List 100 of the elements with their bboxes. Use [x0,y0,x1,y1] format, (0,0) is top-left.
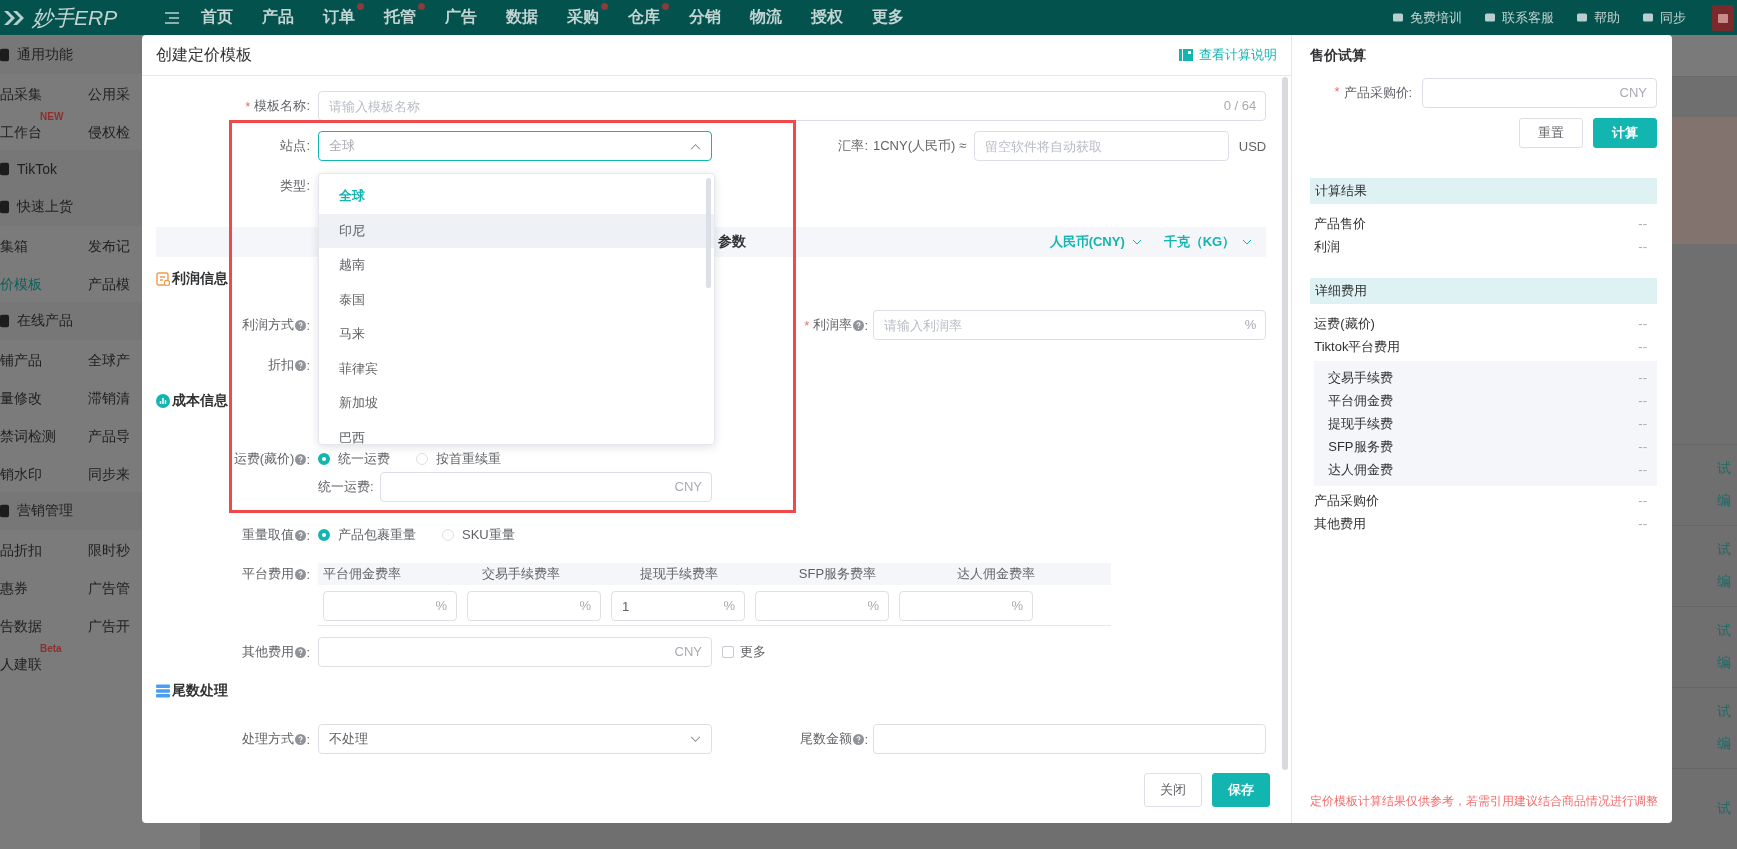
sidebar-item[interactable]: 品采集 [0,82,42,104]
link-icon [1576,11,1588,24]
nav-item[interactable]: 订单 [323,3,364,32]
scrollbar[interactable] [706,178,711,288]
radio-option[interactable]: SKU重量 [442,526,515,544]
radio-button[interactable] [318,529,330,541]
menu-icon[interactable] [165,11,179,24]
sidebar-item[interactable]: 告数据 [0,614,42,636]
bag-icon[interactable] [1712,4,1734,31]
dropdown-option[interactable]: 菲律宾 [319,351,714,386]
exchange-rate-field[interactable]: 留空软件将自动获取 [974,131,1229,161]
sidebar-item[interactable]: 量修改 [0,386,42,408]
other-fees-field[interactable] [318,637,712,667]
label-colon: : [864,317,868,333]
nav-item[interactable]: 产品 [262,3,303,32]
sidebar-section-title[interactable]: 在线产品 [17,312,73,330]
dropdown-option[interactable]: 泰国 [319,282,714,317]
column-header: 平台佣金费率 [322,565,402,583]
radio-button[interactable] [318,453,330,465]
nav-item[interactable]: 数据 [506,3,547,32]
dropdown-option[interactable]: 全球 [319,179,714,214]
sidebar-item[interactable]: 公用采 [88,82,130,104]
nav-link[interactable]: 免费培训 [1392,8,1462,27]
more-checkbox[interactable]: 更多 [722,643,766,661]
nav-item[interactable]: 采购 [567,3,608,32]
sidebar-item[interactable]: 工作台 [0,120,42,142]
scrollbar[interactable] [1282,77,1289,770]
nav-item[interactable]: 首页 [201,3,242,32]
unit-suffix: % [723,598,735,614]
help-icon[interactable] [853,319,865,331]
calculate-button[interactable]: 计算 [1593,118,1657,148]
nav-item[interactable]: 更多 [872,3,913,32]
option-label: 统一运费 [338,450,390,468]
nav-item[interactable]: 授权 [811,3,852,32]
fee-rate-field[interactable] [467,591,601,621]
fee-rate-field[interactable] [755,591,889,621]
help-icon[interactable] [295,319,307,331]
rounding-method-select[interactable]: 不处理 [318,724,712,754]
unified-shipping-field[interactable] [380,472,712,502]
sidebar-item[interactable]: 销水印 [0,462,42,484]
sidebar-item[interactable]: 铺产品 [0,348,42,370]
sidebar-item[interactable]: 发布记 [88,234,130,256]
help-icon[interactable] [295,453,307,465]
radio-option[interactable]: 统一运费 [318,450,390,468]
purchase-price-field[interactable] [1422,78,1657,108]
sidebar-item[interactable]: 惠券 [0,576,28,598]
radio-option[interactable]: 产品包裹重量 [318,526,416,544]
sidebar-item[interactable]: 滞销清 [88,386,130,408]
dropdown-option[interactable]: 马来 [319,317,714,352]
reset-button[interactable]: 重置 [1519,118,1583,148]
help-icon[interactable] [295,733,307,745]
nav-link[interactable]: 联系客服 [1484,8,1554,27]
sidebar-item[interactable]: 人建联 [0,652,42,674]
sidebar-item[interactable]: 禁词检测 [0,424,56,446]
help-icon[interactable] [295,529,307,541]
sidebar-item[interactable]: 产品导 [88,424,130,446]
fee-rate-field[interactable] [899,591,1033,621]
nav-link[interactable]: 帮助 [1576,8,1620,27]
help-icon[interactable] [295,359,307,371]
sidebar-item[interactable]: 品折扣 [0,538,42,560]
fee-rate-field[interactable] [323,591,457,621]
section-icon [0,314,9,328]
dropdown-option[interactable]: 巴西 [319,420,714,444]
sidebar-section-title[interactable]: 快速上货 [17,198,73,216]
nav-item[interactable]: 分销 [689,3,730,32]
radio-option[interactable]: 按首重续重 [416,450,501,468]
link-icon [1484,11,1496,24]
help-icon[interactable] [853,733,865,745]
disclaimer-note: 定价模板计算结果仅供参考，若需引用建议结合商品情况进行调整 [1310,794,1659,809]
sidebar-item[interactable]: 广告管 [88,576,130,598]
dropdown-option[interactable]: 印尼 [319,213,714,248]
sidebar-item[interactable]: 广告开 [88,614,130,636]
sidebar-item[interactable]: 侵权检 [88,120,130,142]
nav-item[interactable]: 仓库 [628,3,669,32]
dropdown-option[interactable]: 越南 [319,248,714,283]
nav-item[interactable]: 托管 [384,3,425,32]
sidebar-item[interactable]: 产品模 [88,272,130,294]
site-select[interactable]: 全球 [318,131,712,161]
help-link[interactable]: 查看计算说明 [1179,46,1278,64]
currency-dropdown[interactable]: 人民币(CNY) [1049,233,1142,251]
close-button[interactable]: 关闭 [1144,773,1203,807]
save-button[interactable]: 保存 [1212,773,1271,807]
sidebar-section-title[interactable]: 通用功能 [17,46,73,64]
nav-item[interactable]: 物流 [750,3,791,32]
sidebar-item[interactable]: 全球产 [88,348,130,370]
field-label: 处理方式 [242,730,295,748]
dropdown-option[interactable]: 新加坡 [319,386,714,421]
tail-amount-field[interactable] [873,724,1267,754]
unit-dropdown[interactable]: 千克（KG） [1163,233,1253,251]
checkbox[interactable] [722,646,734,658]
nav-link[interactable]: 同步 [1642,8,1686,27]
nav-item[interactable]: 广告 [445,3,486,32]
help-icon[interactable] [295,568,307,580]
sidebar-section-title[interactable]: TikTok [17,161,57,177]
help-icon[interactable] [295,646,307,658]
sidebar-item[interactable]: 集箱 [0,234,28,256]
sidebar-item[interactable]: 同步来 [88,462,130,484]
sidebar-item[interactable]: 限时秒 [88,538,130,560]
sidebar-section-title[interactable]: 营销管理 [17,502,73,520]
required-mark: * [245,98,251,114]
